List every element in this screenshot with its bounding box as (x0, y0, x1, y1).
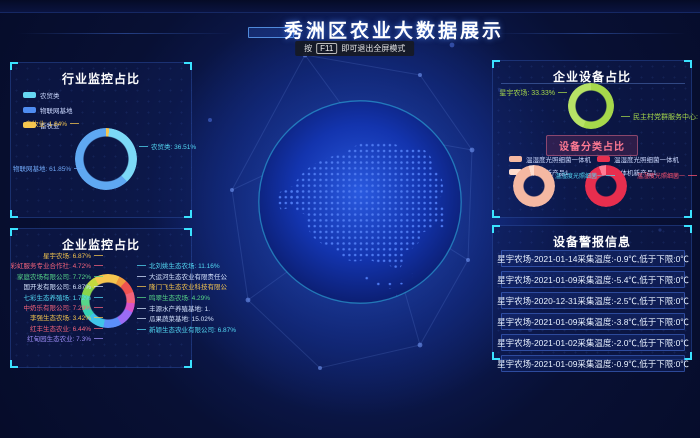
corner-bracket (184, 210, 192, 218)
header-line-left (18, 33, 233, 34)
enterprise-labels-right: 北刘姚生态农场: 11.16% 大运河生态农业有限责任公 隆门飞生态农业科技有限… (137, 263, 211, 338)
alarm-row: 星宇农场-2021-01-09采集温度:-5.4℃,低于下限:0℃ (501, 271, 685, 288)
corner-bracket (10, 228, 18, 236)
panel-device: 企业设备占比 星宇农场: 33.33% 民主村党群服务中心: 设备分类占比 温湿… (492, 60, 692, 218)
slice-label: 鸣翠生态农场: 4.29% (137, 295, 210, 306)
corner-bracket (184, 360, 192, 368)
corner-bracket (10, 62, 18, 70)
legend-swatch-salmon (509, 156, 522, 162)
alarm-row: 星宇农场-2021-01-09采集温度:-0.9℃,低于下限:0℃ (501, 355, 685, 372)
f11-keycap: F11 (316, 43, 337, 54)
slice-label: 物联网基地: 61.85% (13, 166, 73, 174)
corner-bracket (184, 228, 192, 236)
legend-swatch-blue (23, 107, 36, 113)
device-donut-chart[interactable] (568, 83, 614, 129)
corner-bracket (684, 210, 692, 218)
legend-swatch-red (597, 156, 610, 162)
alarm-row: 星宇农场-2021-01-02采集温度:-2.0℃,低于下限:0℃ (501, 334, 685, 351)
panel-title: 行业监控占比 (11, 70, 191, 87)
slice-label: 温湿度光照细菌一 (555, 173, 603, 181)
legend-label: 温湿度光照细菌一体机 (526, 154, 591, 164)
slice-label: 农贸类: 36.51% (139, 144, 196, 152)
legend-label: 温湿度光照细菌一体机 (614, 154, 679, 164)
page-title: 秀洲区农业大数据展示 (284, 16, 504, 43)
industry-donut-chart[interactable] (75, 128, 137, 190)
globe (254, 96, 466, 308)
legend-item[interactable]: 温湿度光照细菌一体机 (597, 154, 679, 164)
category-donut-right[interactable] (585, 165, 627, 207)
corner-bracket (10, 360, 18, 368)
slice-label: 中奶乐有限公司: 7.29% (23, 305, 103, 315)
alarm-list: 星宇农场-2021-01-14采集温度:-0.9℃,低于下限:0℃ 星宇农场-2… (501, 250, 685, 372)
slice-label: 瓜果蔬菜基地: 15.02% (137, 316, 214, 327)
legend-label: 农贸类 (40, 90, 60, 100)
corner-bracket (492, 225, 500, 233)
slice-label: 家庭农场有限公司: 7.72% (17, 274, 103, 284)
legend-swatch-cyan (23, 92, 36, 98)
panel-enterprise: 企业监控占比 星宇农场: 6.87% 彩虹服务专业合作社: 4.72% 家庭农场… (10, 228, 192, 368)
corner-bracket (184, 62, 192, 70)
legend-item[interactable]: 物联网基地 (23, 105, 73, 115)
slice-label: 大运河生态农业有限责任公 (137, 274, 227, 285)
slice-label: 彩虹服务专业合作社: 4.72% (10, 263, 103, 273)
slice-label: 民主村党群服务中心: (621, 114, 698, 122)
slice-label: 新颖生态农业有限公司: 6.87% (137, 327, 236, 338)
slice-label: 丰源水产养殖基地: 1. (137, 306, 210, 317)
corner-bracket (684, 225, 692, 233)
corner-bracket (492, 210, 500, 218)
header-line-right (492, 33, 687, 34)
panel-title: 设备警报信息 (493, 233, 691, 250)
category-donut-left[interactable] (513, 165, 555, 207)
legend-item[interactable]: 温湿度光照细菌一体机 (509, 154, 591, 164)
dashboard: 秀洲区农业大数据展示 按 F11 即可退出全屏模式 行业监控占比 农贸类 物联网… (0, 0, 700, 438)
slice-label: 畜牧业: 1.64% (17, 121, 79, 129)
slice-label: 隆门飞生态农业科技有限公 (137, 284, 227, 295)
corner-bracket (684, 60, 692, 68)
panel-alarms: 设备警报信息 星宇农场-2021-01-14采集温度:-0.9℃,低于下限:0℃… (492, 225, 692, 360)
corner-bracket (10, 210, 18, 218)
slice-label: 星宇农场: 6.87% (43, 253, 103, 263)
top-bar (0, 0, 700, 13)
panel-industry: 行业监控占比 农贸类 物联网基地 畜牧业 畜牧业: 1.64% 农贸类: 36.… (10, 62, 192, 218)
slice-label: 温湿度光照细菌一 (637, 173, 689, 181)
tip-suffix: 即可退出全屏模式 (341, 43, 405, 54)
panel-title: 企业监控占比 (11, 236, 191, 253)
slice-label: 国开发有限公司: 6.87% (23, 284, 103, 294)
slice-label: 七彩生态养殖场: 1.72% (23, 295, 103, 305)
slice-label: 李强生态农场: 3.42% (30, 315, 103, 325)
fullscreen-tip: 按 F11 即可退出全屏模式 (295, 41, 414, 56)
alarm-row: 星宇农场-2021-01-14采集温度:-0.9℃,低于下限:0℃ (501, 250, 685, 267)
corner-bracket (492, 60, 500, 68)
legend-label: 物联网基地 (40, 105, 73, 115)
legend-item[interactable]: 农贸类 (23, 90, 73, 100)
slice-label: 星宇农场: 33.33% (495, 90, 567, 98)
slice-label: 北刘姚生态农场: 11.16% (137, 263, 220, 274)
tip-prefix: 按 (304, 43, 312, 54)
alarm-row: 星宇农场-2021-01-09采集温度:-3.8℃,低于下限:0℃ (501, 313, 685, 330)
slice-label: 红丰生态农业: 6.44% (30, 326, 103, 336)
slice-label: 红甸园生态农业: 7.3% (27, 336, 103, 346)
alarm-row: 星宇农场-2020-12-31采集温度:-2.5℃,低于下限:0℃ (501, 292, 685, 309)
category-title: 设备分类占比 (546, 135, 638, 156)
enterprise-labels-left: 星宇农场: 6.87% 彩虹服务专业合作社: 4.72% 家庭农场有限公司: 7… (13, 253, 103, 347)
